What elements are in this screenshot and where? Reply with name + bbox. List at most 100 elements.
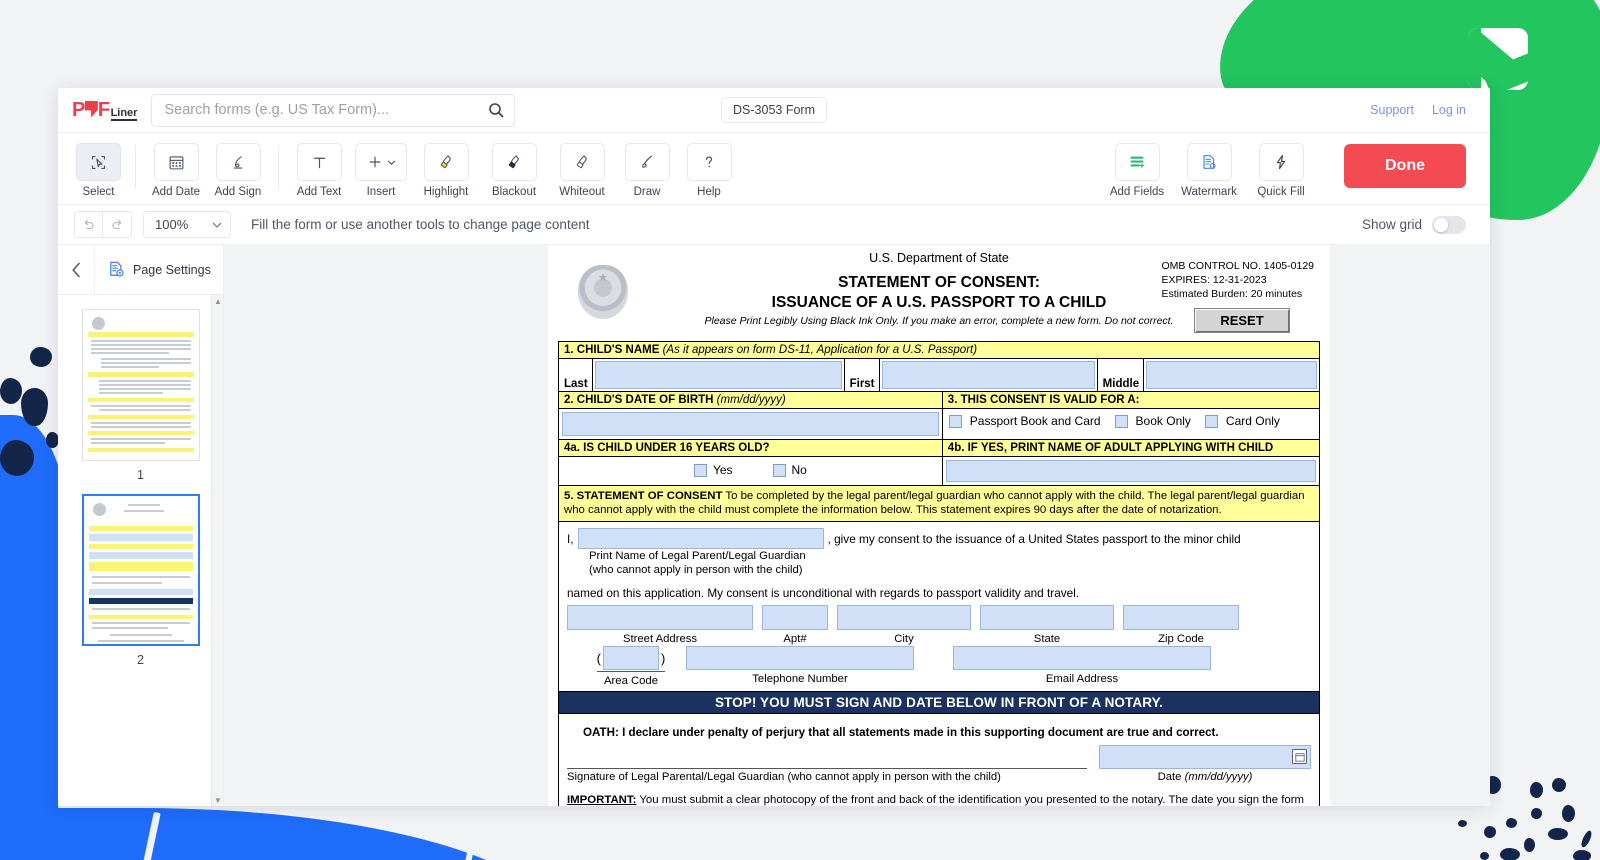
thumbnail-page-2[interactable]: 2	[81, 494, 200, 675]
dob-cell	[559, 409, 943, 439]
thumbnail-field-band	[88, 534, 193, 541]
support-link[interactable]: Support	[1370, 103, 1414, 117]
label-area-code: Area Code	[603, 675, 658, 688]
calendar-small-icon[interactable]	[1292, 749, 1307, 765]
checkbox-passport-book-and-card[interactable]	[948, 414, 962, 428]
thumbnail-page-1[interactable]: 1	[81, 309, 200, 490]
signature-row	[559, 739, 1319, 770]
confetti-dot	[1548, 828, 1568, 840]
apt-group: Apt#	[762, 605, 828, 645]
section-1-label: 1. CHILD'S NAME	[564, 344, 660, 356]
tool-add-fields[interactable]: Add Fields	[1106, 143, 1168, 198]
section-2-3-header-row: 2. CHILD'S DATE OF BIRTH (mm/dd/yyyy) 3.…	[559, 392, 1319, 409]
tool-watermark[interactable]: Watermark	[1178, 143, 1240, 198]
label-first-name: First	[843, 359, 880, 391]
consent-i-label: I,	[567, 531, 574, 546]
field-parent-guardian-name[interactable]	[577, 528, 824, 550]
field-signature-line[interactable]	[567, 745, 1087, 770]
field-email-address[interactable]	[953, 646, 1211, 671]
thumbnail-line	[109, 634, 172, 636]
paren-open: (	[596, 650, 601, 666]
section-4a-label: 4a. IS CHILD UNDER 16 YEARS OLD?	[564, 442, 770, 454]
logo-word-liner: Liner	[110, 106, 138, 121]
done-button[interactable]: Done	[1344, 144, 1466, 188]
tool-highlight[interactable]: Highlight	[415, 143, 477, 198]
tool-select[interactable]: Select	[74, 143, 123, 198]
search-icon[interactable]	[488, 102, 504, 118]
thumbnail-seal-icon	[92, 503, 106, 516]
pdf-page-2[interactable]: U.S. Department of State STATEMENT OF CO…	[548, 245, 1330, 806]
field-area-code[interactable]	[603, 646, 659, 671]
tool-whiteout[interactable]: Whiteout	[551, 143, 613, 198]
tool-draw[interactable]: Draw	[619, 143, 675, 198]
tool-label: Draw	[633, 186, 661, 198]
sub-toolbar: 100% Fill the form or use another tools …	[58, 205, 1490, 245]
checkbox-book-only[interactable]	[1114, 414, 1128, 428]
thumbnail-image[interactable]	[81, 309, 200, 461]
tool-add-text[interactable]: Add Text	[291, 143, 347, 198]
page-settings-button[interactable]: Page Settings	[94, 245, 223, 294]
field-zip-code[interactable]	[1123, 605, 1239, 631]
chevron-down-icon	[387, 160, 395, 165]
whiteout-brush-icon	[559, 143, 605, 181]
field-adult-applying-name[interactable]	[945, 460, 1316, 482]
thumbnail-scrollbar[interactable]: ▲ ▼	[211, 295, 223, 806]
undo-button[interactable]	[74, 211, 103, 238]
label-middle-name: Middle	[1096, 359, 1145, 391]
tool-help[interactable]: Help	[681, 143, 737, 198]
tool-add-date[interactable]: Add Date	[148, 143, 204, 198]
field-apt[interactable]	[762, 605, 828, 631]
reset-button[interactable]: RESET	[1194, 308, 1290, 333]
search-box[interactable]	[151, 93, 516, 127]
scroll-up-arrow-icon[interactable]: ▲	[212, 295, 223, 307]
tool-label: Whiteout	[559, 186, 605, 198]
login-link[interactable]: Log in	[1432, 103, 1466, 117]
scroll-down-arrow-icon[interactable]: ▼	[212, 794, 223, 806]
thumbnail-line	[127, 504, 160, 506]
document-canvas[interactable]: U.S. Department of State STATEMENT OF CO…	[224, 245, 1490, 806]
confetti-dot	[1458, 820, 1467, 827]
pdfliner-logo[interactable]: P F Liner	[72, 99, 138, 122]
tool-label: Insert	[366, 186, 396, 198]
tool-add-sign[interactable]: Add Sign	[210, 143, 266, 198]
label-city: City	[894, 633, 914, 646]
section-5-text-block: 5. STATEMENT OF CONSENT To be completed …	[559, 486, 1319, 521]
thumbnail-page-number: 2	[137, 653, 144, 667]
search-input[interactable]	[164, 102, 481, 118]
redo-button[interactable]	[103, 211, 132, 238]
tool-blackout[interactable]: Blackout	[483, 143, 545, 198]
tool-insert[interactable]: Insert	[353, 143, 409, 198]
field-telephone-number[interactable]	[686, 646, 914, 671]
checkbox-under16-yes[interactable]	[693, 463, 707, 477]
field-street-address[interactable]	[567, 605, 753, 631]
document-title-chip[interactable]: DS-3053 Form	[721, 97, 827, 123]
field-signature-date[interactable]	[1099, 745, 1311, 770]
field-child-dob[interactable]	[562, 412, 939, 436]
thumbnail-line	[90, 352, 169, 354]
zoom-level-select[interactable]: 100%	[143, 211, 231, 238]
pages-sidebar: Page Settings 1 2 ▲ ▼	[58, 245, 224, 806]
oath-text: OATH: I declare under penalty of perjury…	[583, 726, 1219, 740]
paintbrush-icon	[624, 143, 670, 181]
thumbnail-line	[123, 510, 164, 512]
checkbox-under16-no[interactable]	[772, 463, 786, 477]
checkbox-card-only[interactable]	[1204, 414, 1218, 428]
section-1-header: 1. CHILD'S NAME (As it appears on form D…	[559, 342, 982, 358]
sidebar-collapse-button[interactable]	[58, 262, 94, 278]
field-middle-name[interactable]	[1146, 361, 1318, 389]
tool-quick-fill[interactable]: Quick Fill	[1250, 143, 1312, 198]
tool-label: Add Sign	[214, 186, 262, 198]
field-city[interactable]	[837, 605, 971, 631]
main-toolbar: Select Add Date Add Sign Add Text Insert…	[58, 133, 1490, 205]
telephone-group: Telephone Number	[686, 646, 914, 685]
thumbnail-band	[88, 615, 193, 619]
thumbnail-image-selected[interactable]	[81, 494, 200, 646]
show-grid-control[interactable]: Show grid	[1362, 215, 1466, 234]
field-last-name[interactable]	[594, 361, 842, 389]
thumbnail-band	[87, 398, 194, 402]
field-first-name[interactable]	[881, 361, 1095, 389]
show-grid-toggle[interactable]	[1432, 215, 1466, 234]
important-text: You must submit a clear photocopy of the…	[639, 794, 1304, 806]
consent-sentence: I, , give my consent to the issuance of …	[567, 528, 1311, 550]
field-state[interactable]	[980, 605, 1114, 631]
